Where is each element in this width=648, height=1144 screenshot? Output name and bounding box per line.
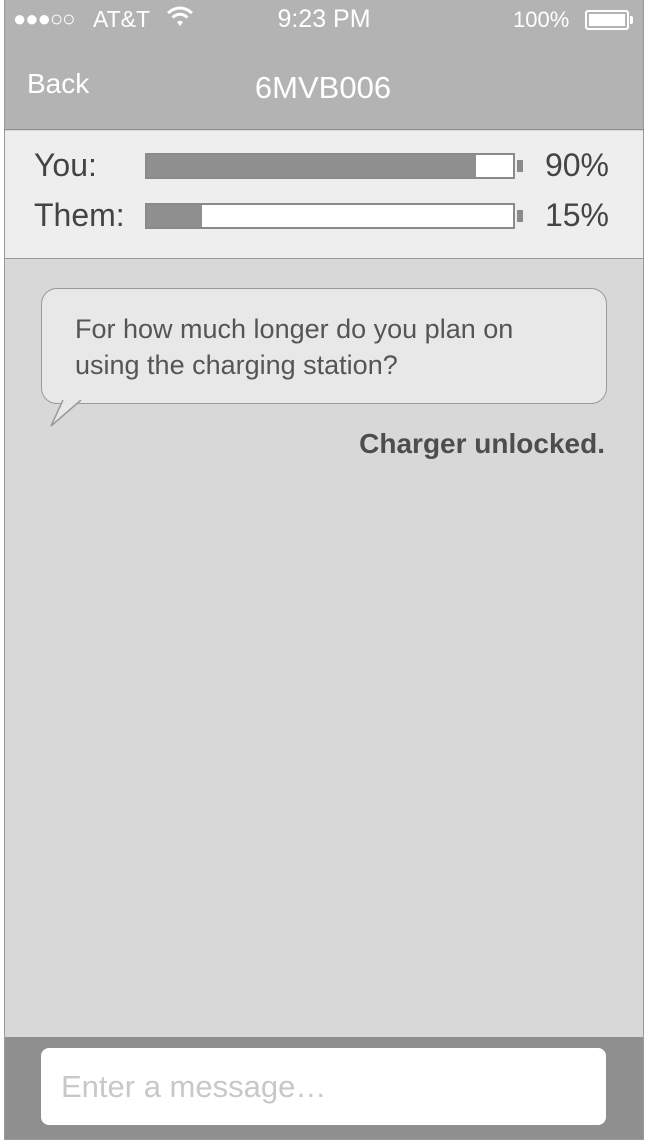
charge-row-you: You: 90% bbox=[5, 147, 643, 187]
charge-bar-fill bbox=[147, 155, 477, 177]
phone-screen: ●●●○○ AT&T 9:23 PM 100% Back 6MVB006 You… bbox=[4, 0, 644, 1140]
battery-percent: 100% bbox=[513, 7, 570, 32]
message-input[interactable] bbox=[41, 1048, 606, 1125]
system-message: Charger unlocked. bbox=[359, 428, 605, 459]
charge-row-them: Them: 15% bbox=[5, 197, 643, 237]
charge-bar-fill bbox=[147, 205, 202, 227]
composer-bar bbox=[5, 1037, 643, 1139]
battery-icon bbox=[585, 10, 629, 30]
message-bubble-tail bbox=[50, 400, 82, 427]
battery-tip bbox=[630, 16, 633, 24]
charge-percent: 90% bbox=[544, 147, 609, 183]
status-bar: ●●●○○ AT&T 9:23 PM 100% bbox=[5, 0, 643, 40]
charge-bar bbox=[145, 153, 515, 179]
charge-status-panel: You: 90% Them: 15% bbox=[5, 131, 643, 259]
charge-percent: 15% bbox=[544, 197, 609, 233]
charge-bar bbox=[145, 203, 515, 229]
top-bar: ●●●○○ AT&T 9:23 PM 100% Back 6MVB006 bbox=[5, 0, 643, 130]
message-bubble: For how much longer do you plan on using… bbox=[41, 288, 607, 404]
page-title: 6MVB006 bbox=[254, 70, 392, 105]
charge-row-label: You: bbox=[34, 147, 97, 183]
charge-bar-tip bbox=[517, 160, 523, 172]
charge-bar-tip bbox=[517, 210, 523, 222]
charge-row-label: Them: bbox=[34, 197, 125, 233]
